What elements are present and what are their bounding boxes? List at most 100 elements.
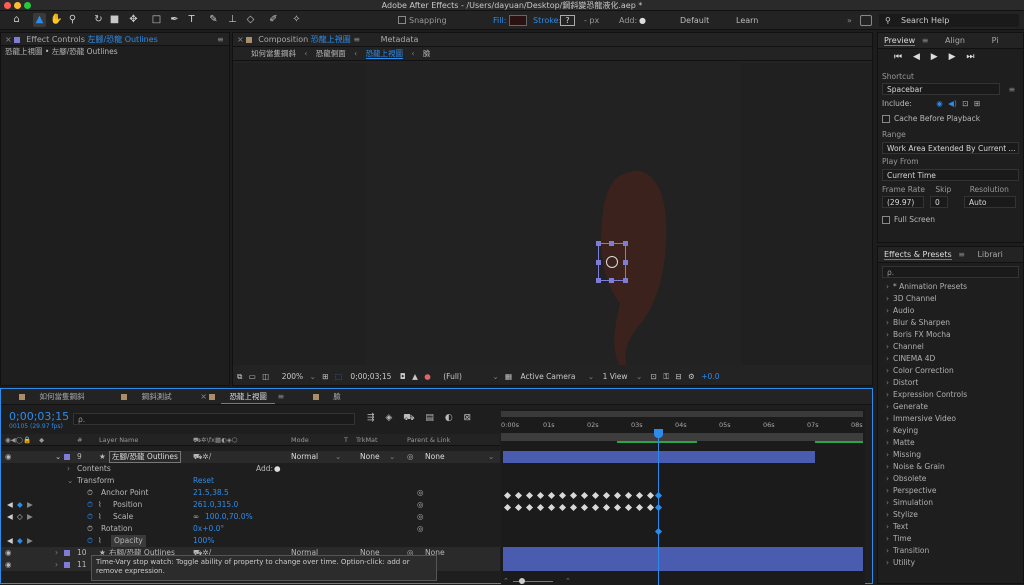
expand-icon[interactable]: ›: [55, 559, 58, 571]
next-keyframe-icon[interactable]: ▶: [27, 535, 33, 547]
cache-checkbox[interactable]: [882, 115, 890, 123]
property-row[interactable]: ⏱ Rotation 0x+0.0° ◎: [1, 523, 500, 535]
include-video-icon[interactable]: ◉: [936, 99, 943, 108]
next-keyframe-icon[interactable]: ▶: [27, 499, 33, 511]
timeline-timecode[interactable]: 0;00;03;15: [9, 410, 69, 423]
stopwatch-active-icon[interactable]: ⏱: [87, 535, 93, 547]
property-row[interactable]: ◀ ◇ ▶ ⏱ ⌇ Scale ∞ 100.0,70.0% ◎: [1, 511, 500, 523]
expand-icon[interactable]: ⌄: [55, 451, 61, 463]
comp-close-icon[interactable]: ×: [237, 35, 244, 44]
property-value[interactable]: 100%: [193, 535, 214, 547]
snapping-checkbox[interactable]: [398, 16, 406, 24]
add-keyframe-icon[interactable]: ◆: [17, 535, 23, 547]
shy-icon[interactable]: ⛟: [403, 413, 414, 423]
prev-keyframe-icon[interactable]: ◀: [7, 511, 13, 523]
stroke-swatch[interactable]: ?: [560, 15, 575, 26]
property-value[interactable]: 0x+0.0°: [193, 523, 224, 535]
keyframe-marker[interactable]: [635, 503, 644, 512]
effect-category[interactable]: Expression Controls: [878, 389, 1023, 401]
keyframe-marker[interactable]: [514, 503, 523, 512]
panel-close-icon[interactable]: ×: [5, 35, 12, 44]
timeline-tab-2[interactable]: 恐龍上視圖: [221, 391, 275, 404]
prev-keyframe-icon[interactable]: ◀: [7, 499, 13, 511]
draft-3d-icon[interactable]: ◈: [385, 413, 392, 423]
col-layer-name[interactable]: Layer Name: [99, 434, 138, 446]
last-frame-icon[interactable]: ⏭: [966, 52, 974, 62]
flowchart-icon[interactable]: ⚿: [663, 372, 669, 381]
keyframe-marker-current[interactable]: [654, 503, 663, 512]
shortcut-dropdown[interactable]: Spacebar: [882, 83, 1000, 95]
keyframe-marker[interactable]: [646, 491, 655, 500]
layer-label-swatch[interactable]: [64, 562, 70, 568]
keyframe-marker[interactable]: [503, 503, 512, 512]
effects-tab[interactable]: Effects & Presets: [884, 250, 952, 260]
brush-tool-icon[interactable]: ✎: [207, 13, 220, 27]
handle-mr[interactable]: [623, 260, 628, 265]
effect-category[interactable]: Obsolete: [878, 473, 1023, 485]
workspace-default[interactable]: Default: [680, 11, 709, 30]
play-from-dropdown[interactable]: Current Time: [882, 169, 1019, 181]
effect-category[interactable]: Boris FX Mocha: [878, 329, 1023, 341]
include-audio-icon[interactable]: ◀): [948, 99, 957, 108]
comp-mini-flowchart-icon[interactable]: ⇶: [367, 413, 375, 423]
keyframe-marker[interactable]: [569, 491, 578, 500]
keyframe-marker[interactable]: [547, 503, 556, 512]
workspace-learn[interactable]: Learn: [736, 11, 758, 30]
stopwatch-active-icon[interactable]: ⏱: [87, 511, 93, 523]
transparency-grid-icon[interactable]: ▦: [505, 372, 512, 381]
expression-pickwhip-icon[interactable]: ◎: [417, 499, 424, 511]
timeline-tab-1[interactable]: 鋼斜測試: [134, 391, 180, 403]
frame-rate-dropdown[interactable]: (29.97): [882, 196, 924, 208]
toggle-mask-icon[interactable]: ◫: [262, 372, 269, 381]
hand-tool-icon[interactable]: ✋: [50, 13, 63, 27]
roto-brush-tool-icon[interactable]: ✐: [267, 13, 280, 27]
visibility-icon[interactable]: ◉: [5, 547, 12, 559]
col-mode[interactable]: Mode: [291, 434, 309, 446]
layer-label-swatch[interactable]: [64, 454, 70, 460]
graph-icon[interactable]: ⌇: [98, 499, 102, 511]
first-frame-icon[interactable]: ⏮: [894, 52, 902, 62]
add-keyframe-icon[interactable]: ◇: [17, 511, 23, 523]
keyframe-marker[interactable]: [503, 491, 512, 500]
add-content-icon[interactable]: ●: [274, 463, 281, 475]
expression-pickwhip-icon[interactable]: ◎: [417, 511, 424, 523]
keyframe-marker[interactable]: [624, 503, 633, 512]
keyframe-marker[interactable]: [580, 491, 589, 500]
close-window-button[interactable]: [4, 2, 11, 9]
keyframe-marker[interactable]: [646, 503, 655, 512]
stopwatch-icon[interactable]: ⏱: [87, 523, 93, 535]
layer-row-9[interactable]: ◉ ⌄ 9 ★ 左腳/恐龍 Outlines ⛟✲/ Normal ⌄ None…: [1, 451, 500, 463]
timeline-search[interactable]: ρ.: [73, 413, 355, 425]
skip-dropdown[interactable]: 0: [930, 196, 948, 208]
layer-name[interactable]: 左腳/恐龍 Outlines: [109, 451, 181, 463]
effect-category[interactable]: Keying: [878, 425, 1023, 437]
view-layout-dropdown[interactable]: 1 View: [603, 372, 628, 381]
stroke-width[interactable]: - px: [584, 11, 599, 30]
timeline-graph-area[interactable]: 0:00s 01s 02s 03s 04s 05s 06s 07s 08s ⌃ …: [501, 409, 865, 585]
handle-tl[interactable]: [596, 241, 601, 246]
range-dropdown[interactable]: Work Area Extended By Current ...: [882, 142, 1019, 154]
property-value[interactable]: 21.5,38.5: [193, 487, 229, 499]
stopwatch-icon[interactable]: ⏱: [87, 487, 93, 499]
fill-swatch[interactable]: [509, 15, 527, 26]
layer-switches[interactable]: ⛟✲/: [193, 451, 211, 463]
handle-tc[interactable]: [609, 241, 614, 246]
layer-trkmat[interactable]: None: [360, 451, 380, 463]
pan-behind-tool-icon[interactable]: ✥: [127, 13, 140, 27]
effect-category[interactable]: Text: [878, 521, 1023, 533]
keyframe-marker[interactable]: [525, 491, 534, 500]
keyframe-marker[interactable]: [591, 491, 600, 500]
effect-category[interactable]: Distort: [878, 377, 1023, 389]
av-features-icon[interactable]: ◉◀◯🔒: [5, 436, 31, 444]
property-row[interactable]: ◀ ◆ ▶ ⏱ ⌇ Position 261.0,315.0 ◎: [1, 499, 500, 511]
rectangle-tool-icon[interactable]: □: [150, 13, 163, 27]
keyframe-marker[interactable]: [635, 491, 644, 500]
effect-controls-tab[interactable]: Effect Controls: [26, 35, 85, 44]
camera-tool-icon[interactable]: ■: [108, 13, 121, 27]
keyframe-marker[interactable]: [602, 491, 611, 500]
keyframe-marker-current[interactable]: [654, 491, 663, 500]
keyframe-marker[interactable]: [525, 503, 534, 512]
col-trkmat[interactable]: TrkMat: [356, 434, 378, 446]
snapshot-icon[interactable]: ◘: [400, 372, 406, 381]
reset-link[interactable]: Reset: [193, 475, 214, 487]
